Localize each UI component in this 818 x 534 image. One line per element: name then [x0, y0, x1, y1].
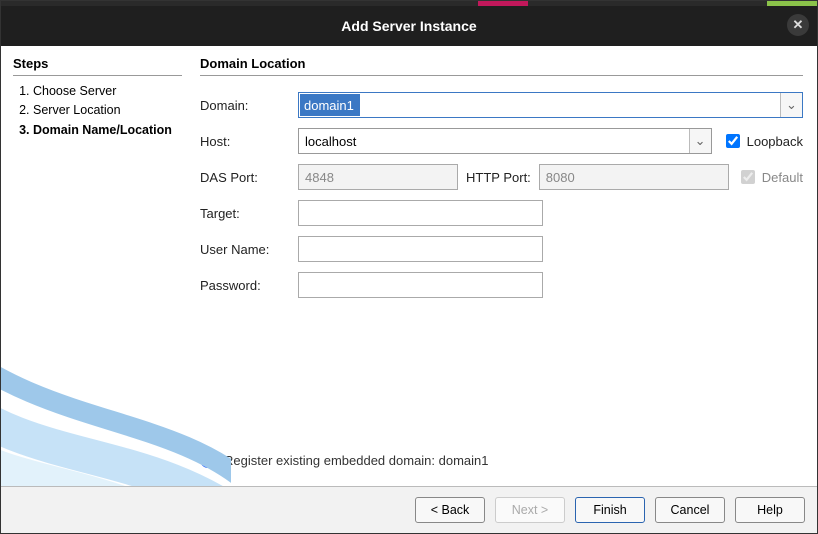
hint-text: Register existing embedded domain: domai… — [224, 453, 489, 468]
step-label: Server Location — [33, 103, 121, 117]
window-title: Add Server Instance — [341, 18, 476, 34]
target-label: Target: — [200, 206, 292, 221]
domain-input[interactable] — [300, 94, 360, 116]
password-label: Password: — [200, 278, 292, 293]
close-icon: ✕ — [793, 17, 804, 33]
close-button[interactable]: ✕ — [787, 14, 809, 36]
chevron-down-icon[interactable]: ⌄ — [780, 93, 802, 117]
wizard-window: Add Server Instance ✕ Steps Choose Serve… — [0, 0, 818, 534]
host-combobox[interactable]: ⌄ — [298, 128, 712, 154]
step-item-current: Domain Name/Location — [33, 121, 182, 140]
next-button: Next > — [495, 497, 565, 523]
domain-label: Domain: — [200, 98, 292, 113]
loopback-checkbox-label: Loopback — [747, 134, 803, 149]
das-port-input — [298, 164, 458, 190]
target-input[interactable] — [298, 200, 543, 226]
panel-heading: Domain Location — [200, 56, 803, 76]
main-panel: Domain Location Domain: ⌄ Host: ⌄ — [194, 46, 817, 486]
http-port-input — [539, 164, 729, 190]
step-item: Server Location — [33, 101, 182, 120]
das-port-label: DAS Port: — [200, 170, 292, 185]
username-label: User Name: — [200, 242, 292, 257]
loopback-checkbox-input[interactable] — [726, 134, 740, 148]
hint-row: i Register existing embedded domain: dom… — [200, 444, 803, 476]
wizard-footer: < Back Next > Finish Cancel Help — [1, 486, 817, 533]
steps-sidebar: Steps Choose Server Server Location Doma… — [1, 46, 194, 486]
step-label: Domain Name/Location — [33, 123, 172, 137]
step-item: Choose Server — [33, 82, 182, 101]
chevron-down-icon[interactable]: ⌄ — [689, 129, 711, 153]
titlebar: Add Server Instance ✕ — [1, 6, 817, 46]
cancel-button[interactable]: Cancel — [655, 497, 725, 523]
steps-heading: Steps — [13, 56, 182, 76]
steps-list: Choose Server Server Location Domain Nam… — [13, 82, 182, 140]
decorative-swoosh — [1, 306, 231, 486]
back-button[interactable]: < Back — [415, 497, 485, 523]
help-button[interactable]: Help — [735, 497, 805, 523]
username-input[interactable] — [298, 236, 543, 262]
step-label: Choose Server — [33, 84, 116, 98]
finish-button[interactable]: Finish — [575, 497, 645, 523]
http-port-label: HTTP Port: — [466, 170, 531, 185]
default-checkbox-input — [741, 170, 755, 184]
password-input[interactable] — [298, 272, 543, 298]
host-input[interactable] — [299, 129, 689, 153]
host-label: Host: — [200, 134, 292, 149]
loopback-checkbox[interactable]: Loopback — [722, 131, 803, 151]
default-checkbox-label: Default — [762, 170, 803, 185]
default-checkbox: Default — [737, 167, 803, 187]
domain-combobox[interactable]: ⌄ — [298, 92, 803, 118]
